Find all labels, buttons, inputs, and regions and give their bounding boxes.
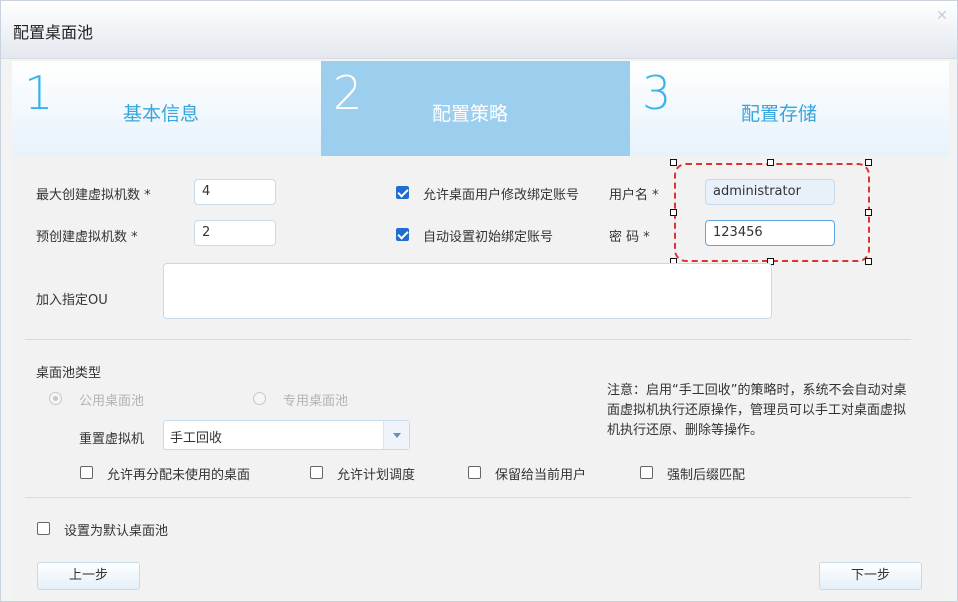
reset-vm-label: 重置虚拟机 — [79, 432, 145, 447]
pre-vm-label: 预创建虚拟机数 * — [36, 230, 138, 245]
chevron-down-icon[interactable] — [383, 421, 409, 449]
resize-handle[interactable] — [767, 159, 774, 166]
allow-modify-account-checkbox[interactable] — [396, 186, 409, 199]
username-label: 用户名 * — [609, 188, 659, 203]
resize-handle[interactable] — [670, 209, 677, 216]
default-pool-label: 设置为默认桌面池 — [64, 524, 169, 539]
step-label: 配置存储 — [741, 103, 818, 125]
reassign-unused-checkbox[interactable] — [80, 466, 93, 479]
reassign-unused-label: 允许再分配未使用的桌面 — [107, 468, 251, 483]
step-number: 2 — [333, 66, 363, 120]
close-icon[interactable]: ✕ — [935, 9, 949, 23]
ou-label: 加入指定OU — [36, 293, 108, 308]
private-pool-label: 专用桌面池 — [283, 394, 349, 409]
step-configure-policy[interactable]: 2 配置策略 — [321, 61, 630, 156]
force-suffix-checkbox[interactable] — [640, 466, 653, 479]
step-number: 3 — [642, 66, 672, 120]
password-label: 密 码 * — [609, 230, 650, 245]
reset-vm-select[interactable]: 手工回收 — [163, 420, 410, 450]
private-pool-radio[interactable] — [253, 392, 266, 405]
resize-handle[interactable] — [670, 159, 677, 166]
ou-textarea[interactable] — [163, 263, 772, 319]
dialog-title: 配置桌面池 — [13, 23, 94, 42]
next-button[interactable]: 下一步 — [819, 562, 922, 590]
step-configure-storage[interactable]: 3 配置存储 — [630, 61, 949, 156]
configure-desktop-pool-dialog: 配置桌面池 ✕ 1 基本信息 2 配置策略 3 配置存储 最大创建虚拟机数 * … — [0, 0, 958, 602]
default-pool-checkbox[interactable] — [37, 522, 50, 535]
selection-highlight — [674, 163, 870, 262]
dialog-titlebar: 配置桌面池 ✕ — [1, 1, 957, 59]
reserve-user-label: 保留给当前用户 — [495, 468, 587, 483]
step-basic-info[interactable]: 1 基本信息 — [12, 61, 321, 156]
public-pool-label: 公用桌面池 — [79, 394, 145, 409]
auto-set-account-label: 自动设置初始绑定账号 — [423, 230, 554, 245]
schedule-label: 允许计划调度 — [337, 468, 416, 483]
section-divider — [25, 497, 911, 498]
max-vm-input[interactable]: 4 — [194, 179, 276, 205]
step-number: 1 — [24, 66, 54, 120]
resize-handle[interactable] — [865, 258, 872, 265]
force-suffix-label: 强制后缀匹配 — [667, 468, 746, 483]
schedule-checkbox[interactable] — [310, 466, 323, 479]
wizard-steps: 1 基本信息 2 配置策略 3 配置存储 — [12, 61, 949, 156]
manual-recycle-note: 注意：启用“手工回收”的策略时，系统不会自动对桌面虚拟机执行还原操作，管理员可以… — [607, 383, 907, 438]
reserve-user-checkbox[interactable] — [468, 466, 481, 479]
prev-button[interactable]: 上一步 — [37, 562, 140, 590]
step-label: 配置策略 — [432, 103, 509, 125]
public-pool-radio[interactable] — [49, 392, 62, 405]
reset-vm-value: 手工回收 — [170, 431, 223, 446]
allow-modify-account-label: 允许桌面用户修改绑定账号 — [423, 188, 580, 203]
pool-type-label: 桌面池类型 — [36, 366, 102, 381]
resize-handle[interactable] — [865, 159, 872, 166]
section-divider — [25, 339, 911, 340]
resize-handle[interactable] — [865, 209, 872, 216]
max-vm-label: 最大创建虚拟机数 * — [36, 188, 151, 203]
pre-vm-input[interactable]: 2 — [194, 220, 276, 246]
auto-set-account-checkbox[interactable] — [396, 228, 409, 241]
step-label: 基本信息 — [123, 103, 200, 125]
